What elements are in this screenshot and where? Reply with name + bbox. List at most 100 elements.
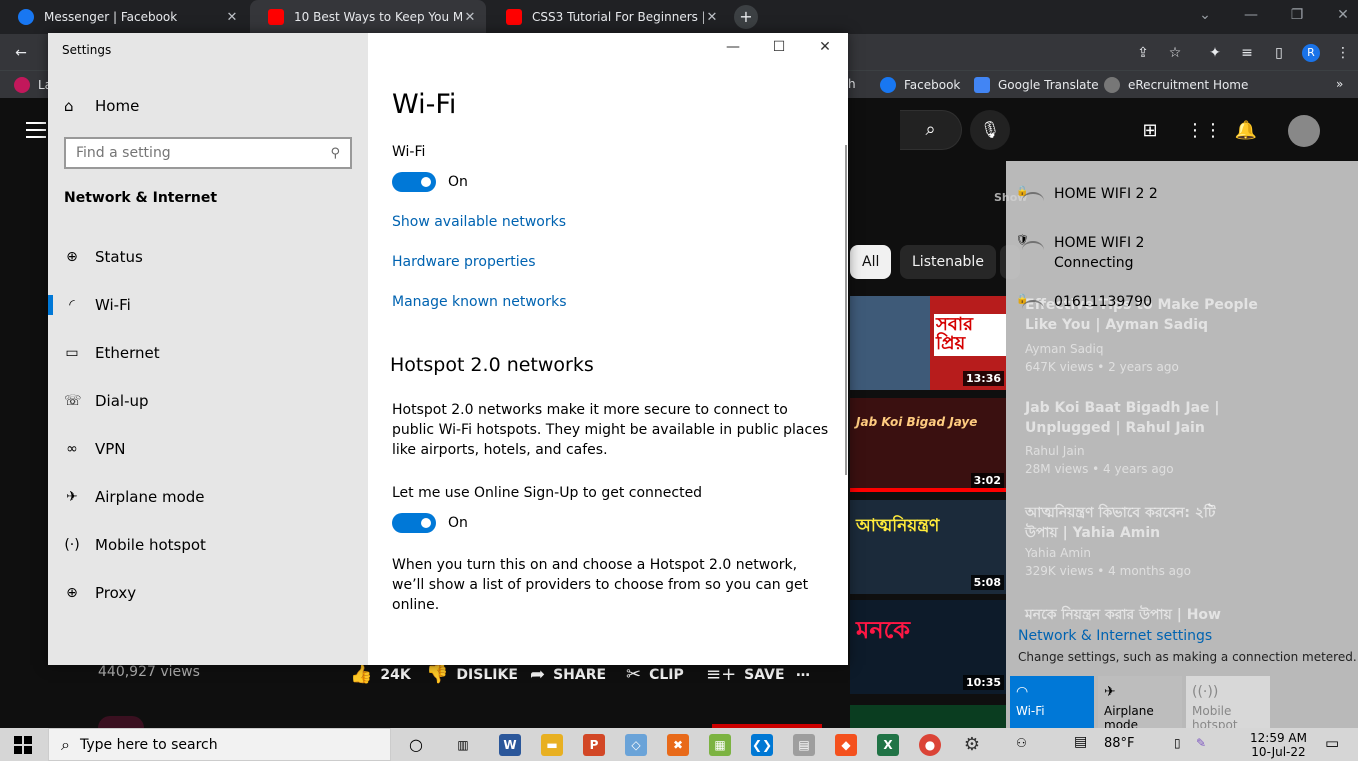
create-video-icon[interactable]: ⊞ (1138, 119, 1162, 143)
file-explorer-icon[interactable]: ▬ (541, 734, 563, 756)
network-internet-settings-link[interactable]: Network & Internet settings (1018, 628, 1212, 644)
scrollbar[interactable] (845, 145, 847, 475)
chip-listenable[interactable]: Listenable (900, 245, 996, 279)
search-input[interactable] (76, 145, 316, 161)
share-icon[interactable]: ⇪ (1134, 44, 1152, 62)
clip-button[interactable]: ✂ CLIP (626, 664, 684, 685)
task-view-icon[interactable]: ▥ (452, 734, 474, 756)
close-icon[interactable]: ✕ (814, 39, 836, 59)
youtube-avatar[interactable] (1288, 115, 1320, 147)
settings-gear-icon[interactable]: ⚙ (961, 734, 983, 756)
sidebar-item-dialup[interactable]: ☏ Dial-up (48, 381, 368, 421)
microphone-icon[interactable]: 🎙 (970, 110, 1010, 150)
show-available-networks-link[interactable]: Show available networks (392, 214, 566, 230)
people-icon[interactable]: ⚇ (1016, 736, 1027, 750)
minimize-icon[interactable]: — (722, 39, 744, 59)
wifi-toggle[interactable] (392, 172, 436, 192)
manage-known-networks-link[interactable]: Manage known networks (392, 294, 567, 310)
media-icon[interactable]: ≡ (1238, 44, 1256, 62)
side-panel-icon[interactable]: ▯ (1270, 44, 1288, 62)
online-signup-toggle[interactable] (392, 513, 436, 533)
video-4-title-line1[interactable]: মনকে নিয়ন্ত্রন করার উপায় | How (1025, 603, 1221, 627)
bookmark-google-translate[interactable]: Google Translate (974, 77, 1099, 93)
channel-avatar[interactable] (98, 716, 144, 728)
battery-icon[interactable]: ▯ (1174, 736, 1181, 750)
bookmark-erecruitment[interactable]: eRecruitment Home (1104, 77, 1248, 93)
sidebar-item-status[interactable]: ⊕ Status (48, 237, 368, 277)
anydesk-icon[interactable]: ◆ (835, 734, 857, 756)
video-thumbnail-2[interactable]: Jab Koi Bigad Jaye 3:02 (850, 398, 1006, 492)
video-2-channel[interactable]: Rahul Jain (1025, 444, 1085, 458)
sidebar-item-vpn[interactable]: ∞ VPN (48, 429, 368, 469)
hamburger-menu-icon[interactable] (26, 122, 46, 138)
bookmark-partial-left[interactable]: La (14, 77, 52, 93)
bookmarks-overflow-icon[interactable]: » (1336, 77, 1343, 91)
video-thumbnail-4[interactable]: মনকে 10:35 (850, 600, 1006, 694)
close-tab-icon[interactable]: ✕ (462, 10, 478, 25)
more-actions-button[interactable]: … (796, 664, 810, 680)
windows-start-icon[interactable] (14, 736, 32, 754)
back-icon[interactable]: ← (12, 44, 30, 62)
like-button[interactable]: 👍 24K (350, 664, 411, 685)
video-2-title-line1[interactable]: Jab Koi Baat Bigadh Jae | (1025, 400, 1220, 416)
hardware-properties-link[interactable]: Hardware properties (392, 254, 536, 270)
excel-icon[interactable]: X (877, 734, 899, 756)
extensions-icon[interactable]: ✦ (1206, 44, 1224, 62)
youtube-search-button[interactable]: ⌕ (900, 110, 962, 150)
quick-action-airplane-mode[interactable]: ✈ Airplane mode (1098, 676, 1182, 732)
close-tab-icon[interactable]: ✕ (224, 10, 240, 25)
taskbar-clock[interactable]: 12:59 AM 10-Jul-22 (1250, 731, 1307, 759)
sidebar-item-mobile-hotspot[interactable]: (·) Mobile hotspot (48, 525, 368, 565)
video-thumbnail-5[interactable] (850, 705, 1006, 728)
restore-icon[interactable]: ❐ (1274, 0, 1320, 30)
quick-action-wifi[interactable]: ◠ Wi-Fi (1010, 676, 1094, 728)
chip-all[interactable]: All (850, 245, 892, 279)
find-setting-search[interactable]: ⚲ (64, 137, 352, 169)
sidebar-item-proxy[interactable]: ⊕ Proxy (48, 573, 368, 613)
bookmark-star-icon[interactable]: ☆ (1166, 44, 1184, 62)
pen-icon[interactable]: ✎ (1196, 736, 1206, 750)
share-button[interactable]: ➦ SHARE (530, 664, 606, 685)
powerpoint-icon[interactable]: P (583, 734, 605, 756)
video-1-channel[interactable]: Ayman Sadiq (1025, 342, 1104, 356)
chrome-icon[interactable]: ● (919, 734, 941, 756)
maximize-icon[interactable]: ☐ (768, 39, 790, 59)
video-3-channel[interactable]: Yahia Amin (1025, 546, 1091, 560)
home-nav-item[interactable]: ⌂ Home (64, 97, 139, 115)
cortana-icon[interactable]: ○ (405, 734, 427, 756)
apps-grid-icon[interactable]: ⋮⋮ (1186, 119, 1222, 143)
bookmark-partial-mid[interactable]: h (848, 77, 856, 91)
word-icon[interactable]: W (499, 734, 521, 756)
new-tab-button[interactable]: + (734, 5, 758, 29)
menu-dots-icon[interactable]: ⋮ (1334, 44, 1352, 62)
video-2-title-line2[interactable]: Unplugged | Rahul Jain (1025, 420, 1205, 436)
taskbar-search[interactable]: ⌕ Type here to search (48, 728, 391, 761)
notification-center-icon[interactable]: ▭ (1325, 734, 1339, 752)
sidebar-item-airplane-mode[interactable]: ✈ Airplane mode (48, 477, 368, 517)
save-button[interactable]: ≡+ SAVE (706, 664, 785, 685)
3d-viewer-icon[interactable]: ◇ (625, 734, 647, 756)
minimize-icon[interactable]: — (1228, 0, 1274, 30)
bookmark-facebook[interactable]: Facebook (880, 77, 960, 93)
sidebar-item-wifi[interactable]: ◜ Wi-Fi (48, 285, 368, 325)
weather-temp[interactable]: 88°F (1104, 736, 1135, 751)
tab-css-tutorial[interactable]: CSS3 Tutorial For Beginners | CSS ✕ (488, 0, 728, 34)
notifications-bell-icon[interactable]: 🔔 (1234, 119, 1258, 143)
close-icon[interactable]: ✕ (1320, 0, 1358, 30)
sidebar-item-ethernet[interactable]: ▭ Ethernet (48, 333, 368, 373)
close-tab-icon[interactable]: ✕ (704, 10, 720, 25)
quick-action-mobile-hotspot[interactable]: ((·)) Mobile hotspot (1186, 676, 1270, 732)
video-3-title-line2[interactable]: উপায় | Yahia Amin (1025, 521, 1160, 545)
dislike-button[interactable]: 👎 DISLIKE (426, 664, 518, 685)
video-1-title-line2[interactable]: Like You | Ayman Sadiq (1025, 317, 1208, 333)
profile-avatar[interactable]: R (1302, 44, 1320, 62)
store-icon[interactable]: ▦ (709, 734, 731, 756)
video-thumbnail-1[interactable]: সবার প্রিয় 13:36 (850, 296, 1006, 390)
vscode-icon[interactable]: ❮❯ (751, 734, 773, 756)
notepad-icon[interactable]: ▤ (793, 734, 815, 756)
tab-youtube-active[interactable]: 10 Best Ways to Keep You Menta ✕ (250, 0, 486, 34)
tab-search-icon[interactable]: ⌄ (1182, 0, 1228, 30)
video-thumbnail-3[interactable]: আত্মনিয়ন্ত্রণ 5:08 (850, 500, 1006, 594)
xampp-icon[interactable]: ✖ (667, 734, 689, 756)
tab-messenger[interactable]: Messenger | Facebook ✕ (0, 0, 248, 34)
